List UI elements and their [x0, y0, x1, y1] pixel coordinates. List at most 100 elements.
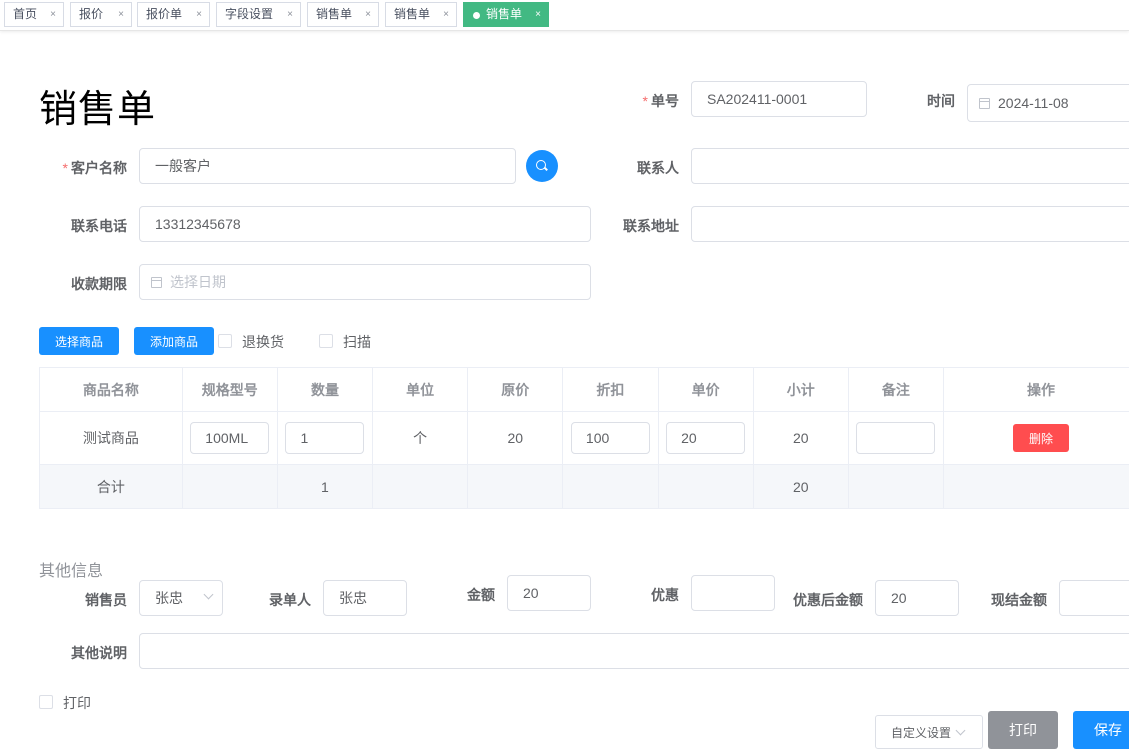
order-no-input[interactable]: SA202411-0001 [691, 81, 867, 117]
custom-settings-label: 自定义设置 [891, 725, 952, 740]
due-label: 收款期限 [71, 276, 127, 292]
tab-label: 首页 [13, 7, 38, 21]
save-button[interactable]: 保存 [1073, 711, 1129, 749]
spec-input[interactable]: 100ML [190, 422, 270, 454]
close-icon[interactable]: × [287, 3, 293, 26]
cell-spec: 100ML [182, 412, 278, 465]
summary-subtotal: 20 [753, 465, 849, 509]
tab-quote-sheet[interactable]: 报价单 × [137, 2, 210, 27]
customer-value: 一般客户 [155, 158, 211, 174]
note-input[interactable] [139, 633, 1129, 669]
recorder-value: 张忠 [339, 590, 367, 606]
amount-input[interactable]: 20 [507, 575, 591, 611]
address-label: 联系地址 [623, 218, 679, 234]
summary-spec [182, 465, 278, 509]
phone-input[interactable]: 13312345678 [139, 206, 591, 242]
print-checkbox-label: 打印 [63, 695, 91, 711]
summary-row: 合计 1 20 [40, 465, 1129, 509]
cell-discount: 100 [563, 412, 659, 465]
page-title: 销售单 [39, 89, 157, 131]
header-subtotal: 小计 [753, 368, 849, 412]
close-icon[interactable]: × [118, 3, 124, 26]
tab-sales-order-1[interactable]: 销售单 × [307, 2, 379, 27]
custom-settings-dropdown[interactable]: 自定义设置 [875, 715, 983, 749]
customer-label: * 客户名称 [40, 158, 127, 178]
close-icon[interactable]: × [196, 3, 202, 26]
scan-checkbox-label: 扫描 [343, 334, 371, 350]
price-input[interactable]: 20 [666, 422, 746, 454]
print-button[interactable]: 打印 [988, 711, 1058, 749]
summary-unit [373, 465, 469, 509]
add-goods-button[interactable]: 添加商品 [134, 327, 214, 355]
customer-input[interactable]: 一般客户 [139, 148, 516, 184]
time-date-picker[interactable]: 2024-11-08 [967, 84, 1129, 122]
chevron-down-icon [955, 725, 966, 736]
summary-discount [563, 465, 659, 509]
cash-input[interactable] [1059, 580, 1129, 616]
discount-amount-label: 优惠 [651, 587, 679, 603]
required-mark: * [642, 93, 648, 109]
cash-label: 现结金额 [991, 592, 1047, 608]
return-checkbox[interactable] [218, 334, 232, 348]
tab-home[interactable]: 首页 × [4, 2, 64, 27]
after-discount-value: 20 [891, 590, 907, 606]
customer-label-text: 客户名称 [71, 160, 127, 176]
summary-label: 合计 [40, 465, 183, 509]
contact-label: 联系人 [637, 160, 679, 176]
address-input[interactable] [691, 206, 1129, 242]
header-price: 单价 [658, 368, 754, 412]
after-discount-input[interactable]: 20 [875, 580, 959, 616]
goods-table: 商品名称 规格型号 数量 单位 原价 折扣 单价 小计 备注 操作 测试商品 1… [39, 367, 1129, 509]
order-no-value: SA202411-0001 [707, 91, 808, 107]
header-orig-price: 原价 [468, 368, 564, 412]
delete-button[interactable]: 删除 [1012, 424, 1069, 452]
header-discount: 折扣 [563, 368, 659, 412]
salesman-select[interactable]: 张忠 [139, 580, 223, 616]
header-unit: 单位 [373, 368, 469, 412]
cell-orig-price: 20 [468, 412, 564, 465]
tab-sales-order-2[interactable]: 销售单 × [385, 2, 457, 27]
phone-label: 联系电话 [71, 218, 127, 234]
discount-input[interactable]: 100 [570, 422, 650, 454]
select-goods-button[interactable]: 选择商品 [39, 327, 119, 355]
note-label: 其他说明 [71, 645, 127, 661]
discount-amount-input[interactable] [691, 575, 775, 611]
tab-quote[interactable]: 报价 × [70, 2, 132, 27]
close-icon[interactable]: × [535, 3, 541, 26]
cell-action: 删除 [943, 412, 1129, 465]
tab-field-settings[interactable]: 字段设置 × [216, 2, 301, 27]
print-checkbox[interactable] [39, 695, 53, 709]
tab-label: 字段设置 [225, 7, 274, 21]
contact-input[interactable] [691, 148, 1129, 184]
order-no-label: * 单号 [620, 91, 679, 111]
table-row: 测试商品 100ML 1 个 20 100 20 20 删除 [40, 412, 1129, 465]
time-value: 2024-11-08 [998, 95, 1069, 111]
table-header-row: 商品名称 规格型号 数量 单位 原价 折扣 单价 小计 备注 操作 [40, 368, 1129, 412]
tab-sales-order-active[interactable]: 销售单 × [463, 2, 549, 27]
close-icon[interactable]: × [365, 3, 371, 26]
header-qty: 数量 [277, 368, 374, 412]
amount-value: 20 [523, 585, 539, 601]
cell-name: 测试商品 [40, 412, 183, 465]
cell-remark [848, 412, 944, 465]
cell-price: 20 [658, 412, 754, 465]
amount-label: 金额 [467, 587, 495, 603]
tab-label: 销售单 [486, 7, 523, 21]
recorder-input[interactable]: 张忠 [323, 580, 407, 616]
close-icon[interactable]: × [50, 3, 56, 26]
salesman-label: 销售员 [85, 592, 127, 608]
due-date-picker[interactable]: 选择日期 [139, 264, 591, 300]
calendar-icon [151, 276, 162, 288]
header-remark: 备注 [848, 368, 944, 412]
summary-orig-price [468, 465, 564, 509]
remark-input[interactable] [856, 422, 936, 454]
qty-input[interactable]: 1 [285, 422, 365, 454]
scan-checkbox[interactable] [319, 334, 333, 348]
cell-unit: 个 [373, 412, 469, 465]
salesman-value: 张忠 [155, 590, 183, 606]
tab-label: 报价 [79, 7, 104, 21]
return-checkbox-label: 退换货 [242, 334, 284, 350]
customer-search-button[interactable] [526, 150, 558, 182]
close-icon[interactable]: × [443, 3, 449, 26]
cell-subtotal: 20 [753, 412, 849, 465]
